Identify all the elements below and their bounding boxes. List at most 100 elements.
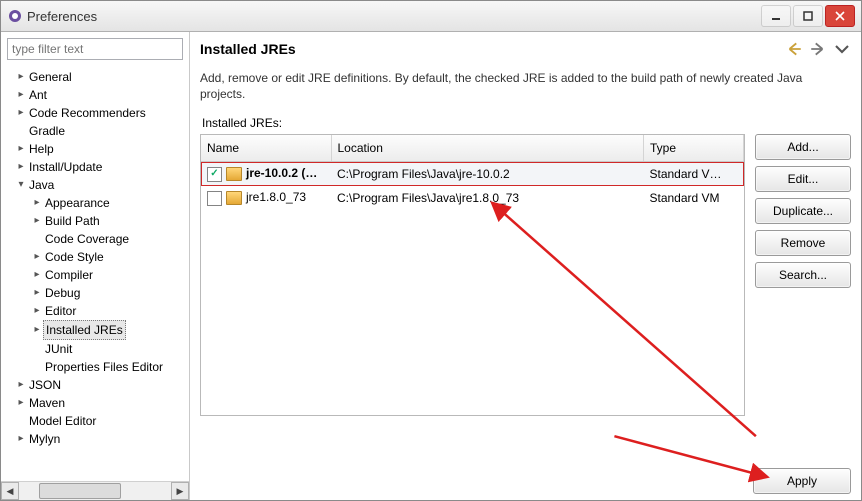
jre-type: Standard VM bbox=[644, 186, 744, 210]
tree-item[interactable]: Code Coverage bbox=[3, 230, 189, 248]
tree-item[interactable]: ▸Appearance bbox=[3, 194, 189, 212]
tree-item[interactable]: ▸Mylyn bbox=[3, 430, 189, 448]
tree-twisty-icon[interactable]: ▸ bbox=[31, 321, 43, 339]
tree-item[interactable]: ▸Help bbox=[3, 140, 189, 158]
tree-item[interactable]: ▸Editor bbox=[3, 302, 189, 320]
main-panel: Installed JREs Add, remove or edit JRE d… bbox=[190, 32, 861, 500]
tree-item-label: Properties Files Editor bbox=[43, 358, 165, 376]
preferences-window: Preferences ▸General▸Ant▸Code Recommende… bbox=[0, 0, 862, 501]
tree-item[interactable]: ▸General bbox=[3, 68, 189, 86]
filter-input[interactable] bbox=[7, 38, 183, 60]
page-description: Add, remove or edit JRE definitions. By … bbox=[200, 64, 851, 112]
tree-item-label: Debug bbox=[43, 284, 82, 302]
tree-twisty-icon[interactable]: ▸ bbox=[15, 394, 27, 412]
tree-twisty-icon[interactable]: ▸ bbox=[31, 284, 43, 302]
tree-item[interactable]: ▸Build Path bbox=[3, 212, 189, 230]
jre-location: C:\Program Files\Java\jre1.8.0_73 bbox=[331, 186, 644, 210]
maximize-button[interactable] bbox=[793, 5, 823, 27]
tree-item-label: Help bbox=[27, 140, 56, 158]
tree-twisty-icon[interactable]: ▸ bbox=[31, 302, 43, 320]
apply-button[interactable]: Apply bbox=[753, 468, 851, 494]
edit-button[interactable]: Edit... bbox=[755, 166, 851, 192]
list-label: Installed JREs: bbox=[200, 112, 851, 134]
tree-twisty-icon[interactable]: ▸ bbox=[15, 140, 27, 158]
tree-item-label: JSON bbox=[27, 376, 63, 394]
app-icon bbox=[7, 8, 23, 24]
tree-item[interactable]: ▾Java bbox=[3, 176, 189, 194]
duplicate-button[interactable]: Duplicate... bbox=[755, 198, 851, 224]
tree-twisty-icon[interactable]: ▾ bbox=[15, 176, 27, 194]
jre-checkbox[interactable] bbox=[207, 167, 222, 182]
tree-item[interactable]: JUnit bbox=[3, 340, 189, 358]
jre-checkbox[interactable] bbox=[207, 191, 222, 206]
tree-item-label: General bbox=[27, 68, 74, 86]
tree-twisty-icon[interactable]: ▸ bbox=[15, 376, 27, 394]
tree-item[interactable]: ▸Install/Update bbox=[3, 158, 189, 176]
scrollbar-thumb[interactable] bbox=[39, 483, 121, 499]
jre-icon bbox=[226, 167, 242, 181]
column-header-type[interactable]: Type bbox=[644, 135, 744, 162]
tree-item[interactable]: Gradle bbox=[3, 122, 189, 140]
tree-item-label: Code Recommenders bbox=[27, 104, 148, 122]
dropdown-menu-icon[interactable] bbox=[833, 40, 851, 58]
scroll-left-arrow-icon[interactable]: ◀ bbox=[1, 482, 19, 500]
tree-item-label: Install/Update bbox=[27, 158, 104, 176]
tree-item-label: Compiler bbox=[43, 266, 95, 284]
tree-item-label: Model Editor bbox=[27, 412, 98, 430]
tree-item-label: Appearance bbox=[43, 194, 112, 212]
tree-twisty-icon[interactable]: ▸ bbox=[15, 86, 27, 104]
tree-twisty-icon[interactable]: ▸ bbox=[15, 430, 27, 448]
tree-twisty-icon[interactable]: ▸ bbox=[15, 158, 27, 176]
add-button[interactable]: Add... bbox=[755, 134, 851, 160]
tree-item-label: Code Style bbox=[43, 248, 106, 266]
tree-item-label: Editor bbox=[43, 302, 78, 320]
tree-item[interactable]: ▸Installed JREs bbox=[3, 320, 189, 340]
window-title: Preferences bbox=[27, 9, 761, 24]
titlebar[interactable]: Preferences bbox=[1, 1, 861, 32]
tree-item[interactable]: ▸JSON bbox=[3, 376, 189, 394]
tree-item[interactable]: ▸Code Style bbox=[3, 248, 189, 266]
column-header-name[interactable]: Name bbox=[201, 135, 331, 162]
tree-item[interactable]: ▸Compiler bbox=[3, 266, 189, 284]
tree-item[interactable]: ▸Ant bbox=[3, 86, 189, 104]
tree-item-label: Ant bbox=[27, 86, 49, 104]
jre-location: C:\Program Files\Java\jre-10.0.2 bbox=[331, 162, 644, 187]
jre-type: Standard V… bbox=[644, 162, 744, 187]
preference-tree[interactable]: ▸General▸Ant▸Code RecommendersGradle▸Hel… bbox=[1, 66, 189, 481]
tree-item-label: Maven bbox=[27, 394, 67, 412]
tree-twisty-icon[interactable]: ▸ bbox=[31, 212, 43, 230]
page-title: Installed JREs bbox=[200, 41, 785, 57]
column-header-location[interactable]: Location bbox=[331, 135, 644, 162]
sidebar-horizontal-scrollbar[interactable]: ◀ ▶ bbox=[1, 481, 189, 500]
tree-twisty-icon[interactable]: ▸ bbox=[31, 194, 43, 212]
tree-twisty-icon[interactable]: ▸ bbox=[15, 104, 27, 122]
tree-item-label: Mylyn bbox=[27, 430, 62, 448]
jre-icon bbox=[226, 191, 242, 205]
tree-item-label: Build Path bbox=[43, 212, 102, 230]
tree-twisty-icon[interactable]: ▸ bbox=[15, 68, 27, 86]
jre-table[interactable]: Name Location Type jre-10.0.2 (… C:\Progr… bbox=[200, 134, 745, 416]
forward-icon[interactable] bbox=[809, 40, 827, 58]
tree-item-label: Gradle bbox=[27, 122, 67, 140]
minimize-button[interactable] bbox=[761, 5, 791, 27]
tree-item-label: Java bbox=[27, 176, 56, 194]
tree-twisty-icon[interactable]: ▸ bbox=[31, 248, 43, 266]
scroll-right-arrow-icon[interactable]: ▶ bbox=[171, 482, 189, 500]
tree-item[interactable]: ▸Maven bbox=[3, 394, 189, 412]
tree-twisty-icon[interactable]: ▸ bbox=[31, 266, 43, 284]
tree-item[interactable]: ▸Code Recommenders bbox=[3, 104, 189, 122]
tree-item[interactable]: Model Editor bbox=[3, 412, 189, 430]
jre-name: jre-10.0.2 (… bbox=[246, 166, 317, 180]
jre-name: jre1.8.0_73 bbox=[246, 190, 306, 204]
sidebar: ▸General▸Ant▸Code RecommendersGradle▸Hel… bbox=[1, 32, 190, 500]
tree-item[interactable]: Properties Files Editor bbox=[3, 358, 189, 376]
remove-button[interactable]: Remove bbox=[755, 230, 851, 256]
tree-item-label: Code Coverage bbox=[43, 230, 131, 248]
tree-item-label: Installed JREs bbox=[43, 320, 126, 340]
back-icon[interactable] bbox=[785, 40, 803, 58]
search-button[interactable]: Search... bbox=[755, 262, 851, 288]
close-button[interactable] bbox=[825, 5, 855, 27]
table-row[interactable]: jre1.8.0_73 C:\Program Files\Java\jre1.8.… bbox=[201, 186, 744, 210]
tree-item[interactable]: ▸Debug bbox=[3, 284, 189, 302]
table-row[interactable]: jre-10.0.2 (… C:\Program Files\Java\jre-1… bbox=[201, 162, 744, 187]
